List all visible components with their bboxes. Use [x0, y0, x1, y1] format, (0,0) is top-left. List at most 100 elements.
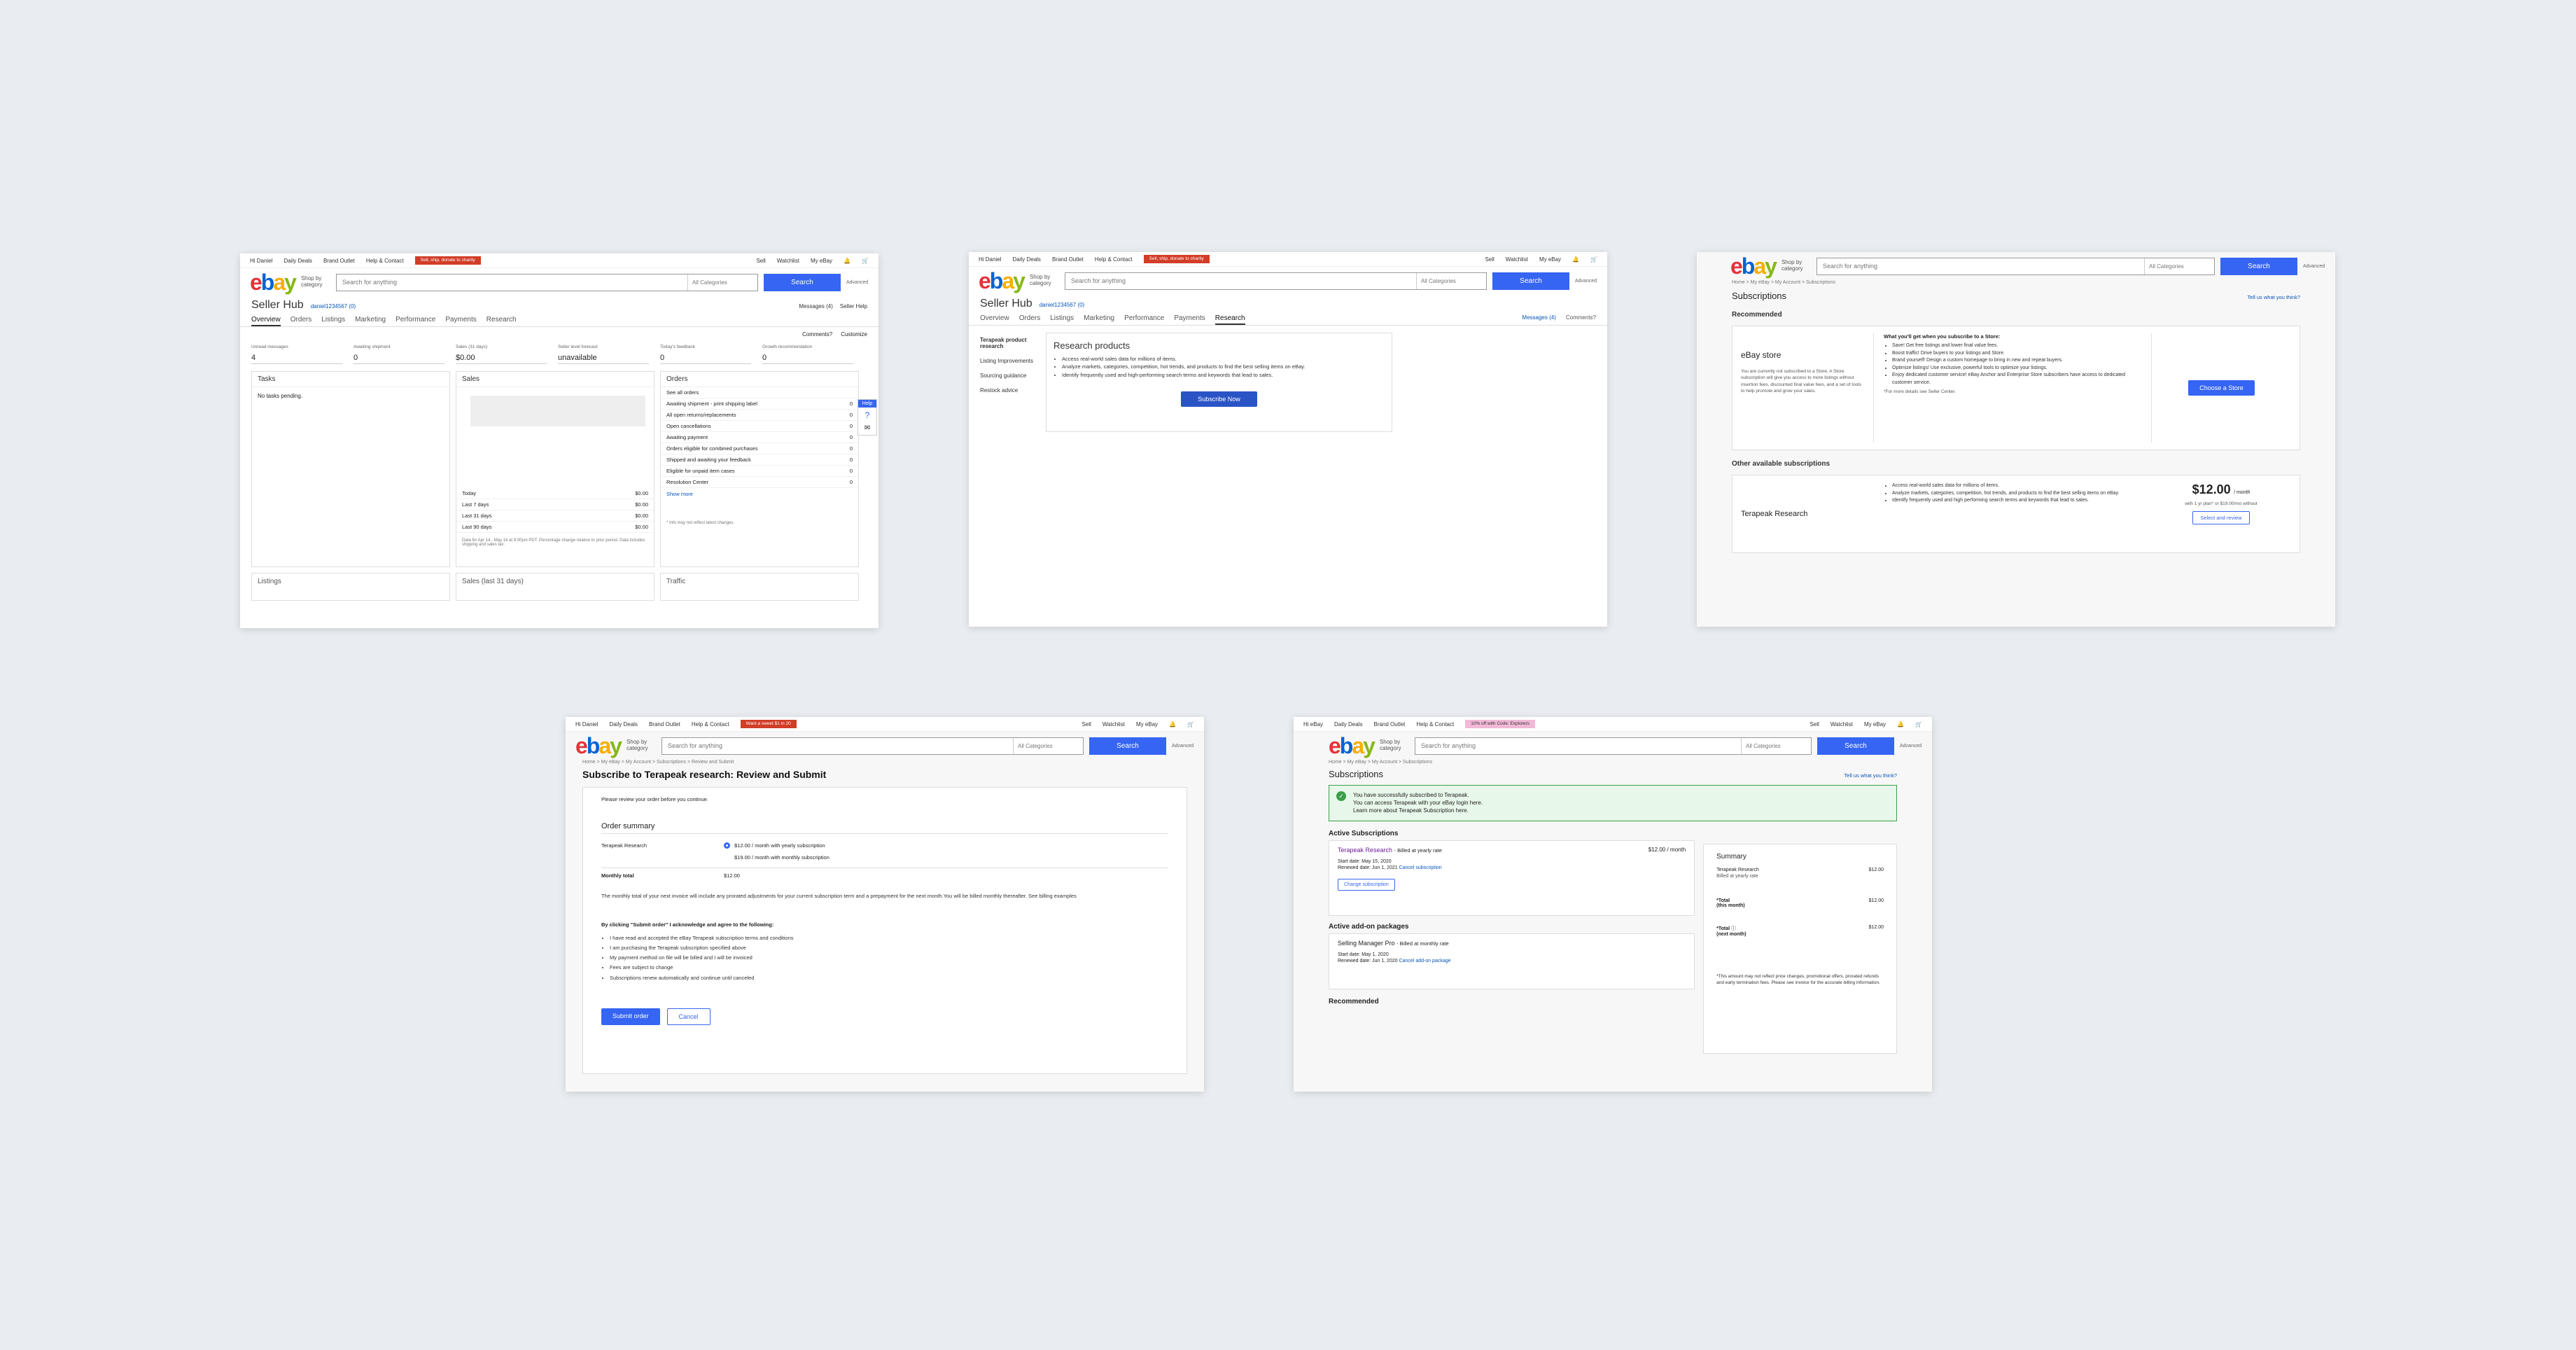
tab-research[interactable]: Research: [1214, 314, 1245, 325]
watchlist-link[interactable]: Watchlist: [1102, 721, 1125, 728]
search-button[interactable]: Search: [1817, 737, 1894, 755]
search-field[interactable]: Search for anything All Categories: [1816, 257, 2215, 275]
search-input[interactable]: Search for anything: [1415, 742, 1741, 749]
sell-link[interactable]: Sell: [1809, 721, 1819, 728]
stat-item[interactable]: Growth recommendation 0: [762, 345, 853, 364]
breadcrumb[interactable]: Home > My eBay > My Account > Subscripti…: [1294, 760, 1932, 765]
tab-performance[interactable]: Performance: [396, 316, 435, 326]
promo-banner[interactable]: 10% off with Code: Explorers: [1465, 720, 1535, 728]
search-button[interactable]: Search: [1089, 737, 1166, 755]
order-row[interactable]: Eligible for unpaid item cases 0: [661, 466, 858, 477]
search-input[interactable]: Search for anything: [1065, 277, 1416, 284]
help-button[interactable]: Help: [858, 400, 876, 408]
cancel-button[interactable]: Cancel: [666, 1008, 710, 1025]
user-greeting[interactable]: Hi eBay: [1303, 721, 1323, 728]
ebay-logo[interactable]: ebay: [1707, 255, 1777, 277]
advanced-link[interactable]: Advanced: [1575, 279, 1597, 284]
ebay-logo[interactable]: ebay: [1329, 735, 1376, 757]
order-row[interactable]: Open cancellations 0: [661, 421, 858, 432]
brand-outlet-link[interactable]: Brand Outlet: [323, 258, 355, 264]
ebay-logo[interactable]: ebay: [575, 735, 622, 757]
search-button[interactable]: Search: [2220, 257, 2297, 275]
cart-icon[interactable]: 🛒: [1590, 256, 1597, 263]
daily-deals-link[interactable]: Daily Deals: [1334, 721, 1362, 728]
daily-deals-link[interactable]: Daily Deals: [284, 258, 312, 264]
search-field[interactable]: Search for anything All Categories: [335, 273, 758, 291]
sell-link[interactable]: Sell: [1485, 256, 1494, 263]
info-icon[interactable]: ⓘ: [1731, 926, 1736, 931]
subscription-name[interactable]: Terapeak Research: [1338, 847, 1392, 854]
advanced-link[interactable]: Advanced: [1900, 744, 1922, 749]
help-contact-link[interactable]: Help & Contact: [1416, 721, 1454, 728]
messages-link[interactable]: Messages (4): [1522, 314, 1555, 325]
brand-outlet-link[interactable]: Brand Outlet: [1052, 256, 1084, 263]
comments-link[interactable]: Comments?: [802, 331, 832, 338]
feedback-link[interactable]: Tell us what you think?: [1844, 772, 1897, 779]
tab-payments[interactable]: Payments: [445, 316, 476, 326]
order-row[interactable]: Shipped and awaiting your feedback 0: [661, 454, 858, 466]
question-icon[interactable]: ?: [858, 408, 876, 423]
comments-link[interactable]: Comments?: [1566, 314, 1596, 325]
daily-deals-link[interactable]: Daily Deals: [609, 721, 637, 728]
radio-selected-icon[interactable]: [724, 842, 730, 849]
order-row[interactable]: All open returns/replacements 0: [661, 410, 858, 421]
sales-title[interactable]: Sales: [456, 372, 654, 387]
help-contact-link[interactable]: Help & Contact: [1095, 256, 1133, 263]
tab-marketing[interactable]: Marketing: [1084, 314, 1114, 325]
watchlist-link[interactable]: Watchlist: [1506, 256, 1528, 263]
chat-icon[interactable]: ✉: [858, 423, 876, 435]
category-select[interactable]: All Categories: [1013, 737, 1083, 754]
feedback-link[interactable]: Tell us what you think?: [2248, 294, 2300, 300]
customize-link[interactable]: Customize: [841, 331, 867, 338]
user-id[interactable]: daniel1234567 (0): [311, 303, 356, 309]
cancel-subscription-link[interactable]: Cancel subscription: [1399, 865, 1442, 870]
advanced-link[interactable]: Advanced: [2303, 264, 2325, 269]
category-select[interactable]: All Categories: [687, 274, 757, 291]
sidebar-item-sourcing[interactable]: Sourcing guidance: [980, 368, 1035, 383]
tab-overview[interactable]: Overview: [251, 316, 281, 326]
bell-icon[interactable]: 🔔: [1897, 721, 1904, 728]
stat-item[interactable]: Unread messages 4: [251, 345, 342, 364]
brand-outlet-link[interactable]: Brand Outlet: [649, 721, 680, 728]
order-row[interactable]: Orders eligible for combined purchases 0: [661, 443, 858, 454]
cart-icon[interactable]: 🛒: [862, 258, 869, 264]
submit-order-button[interactable]: Submit order: [601, 1008, 660, 1025]
search-field[interactable]: Search for anything All Categories: [661, 737, 1084, 755]
shop-by-category[interactable]: Shop by category: [626, 739, 656, 752]
traffic-card[interactable]: Traffic: [660, 573, 859, 601]
order-row[interactable]: Awaiting payment 0: [661, 432, 858, 443]
plan-option-yearly[interactable]: $12.00 / month with yearly subscription: [724, 842, 830, 849]
ebay-logo[interactable]: ebay: [979, 270, 1026, 292]
learn-more-link[interactable]: Learn more about Terapeak Subscription h…: [1353, 807, 1483, 814]
search-field[interactable]: Search for anything All Categories: [1064, 272, 1487, 290]
watchlist-link[interactable]: Watchlist: [777, 258, 799, 264]
my-ebay-link[interactable]: My eBay: [1136, 721, 1158, 728]
listings-card[interactable]: Listings: [251, 573, 450, 601]
stat-item[interactable]: Today's feedback 0: [660, 345, 751, 364]
help-contact-link[interactable]: Help & Contact: [366, 258, 404, 264]
breadcrumb[interactable]: Home > My eBay > My Account > Subscripti…: [1697, 280, 2335, 285]
shop-by-category[interactable]: Shop by category: [1030, 274, 1059, 287]
terapeak-login-link[interactable]: You can access Terapeak with your eBay l…: [1353, 799, 1483, 807]
sales-31-card[interactable]: Sales (last 31 days): [456, 573, 654, 601]
category-select[interactable]: All Categories: [1741, 737, 1811, 754]
messages-link[interactable]: Messages (4): [799, 303, 832, 309]
cart-icon[interactable]: 🛒: [1915, 721, 1922, 728]
seller-help-link[interactable]: Seller Help: [840, 303, 867, 309]
search-field[interactable]: Search for anything All Categories: [1414, 737, 1812, 755]
tab-performance[interactable]: Performance: [1124, 314, 1164, 325]
change-subscription-button[interactable]: Change subscription: [1338, 878, 1395, 891]
seller-center-link[interactable]: *For more details see Seller Center.: [1884, 389, 2141, 394]
tab-orders[interactable]: Orders: [290, 316, 312, 326]
radio-icon[interactable]: [724, 854, 730, 861]
shop-by-category[interactable]: Shop by category: [1380, 739, 1409, 752]
subscribe-now-button[interactable]: Subscribe Now: [1181, 391, 1257, 407]
promo-banner[interactable]: Sell, ship, donate to charity: [414, 256, 481, 265]
brand-outlet-link[interactable]: Brand Outlet: [1373, 721, 1405, 728]
help-widget[interactable]: Help ? ✉: [858, 399, 877, 436]
my-ebay-link[interactable]: My eBay: [1539, 256, 1561, 263]
tab-research[interactable]: Research: [486, 316, 517, 326]
search-button[interactable]: Search: [764, 273, 841, 291]
cancel-addon-link[interactable]: Cancel add-on package: [1399, 959, 1451, 963]
order-row[interactable]: Awaiting shipment - print shipping label…: [661, 398, 858, 410]
